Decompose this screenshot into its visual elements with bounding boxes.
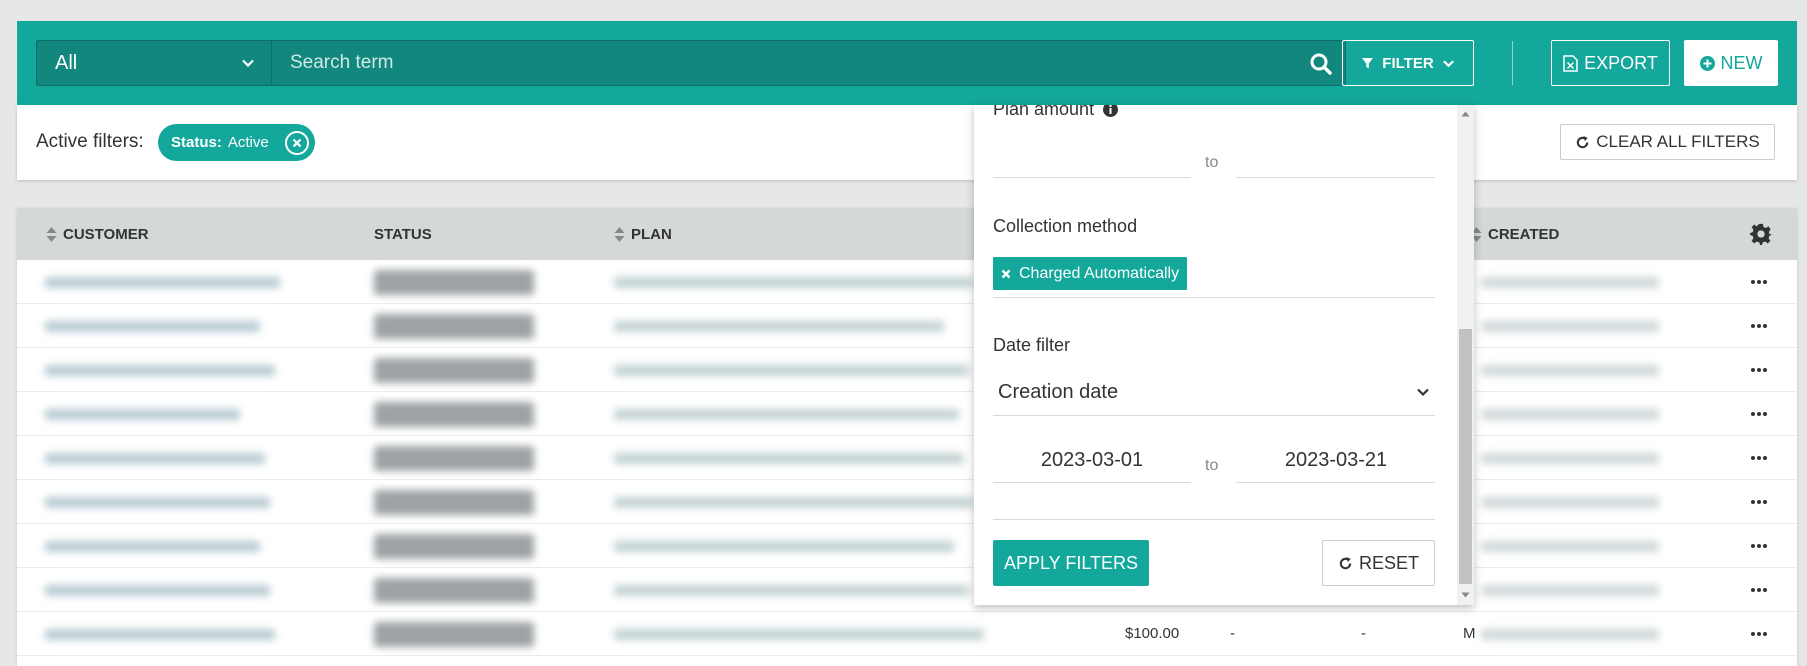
- info-icon[interactable]: [1103, 105, 1119, 117]
- subscriptions-table: CUSTOMER STATUS PLAN CREATED $100.00 - -…: [17, 208, 1797, 666]
- collection-method-underline: [993, 297, 1435, 298]
- row-actions-icon[interactable]: [1750, 537, 1768, 555]
- chevron-down-icon: [1417, 388, 1429, 397]
- table-row[interactable]: [17, 304, 1797, 348]
- row-actions-icon[interactable]: [1750, 317, 1768, 335]
- table-row[interactable]: [17, 524, 1797, 568]
- row-actions-icon[interactable]: [1750, 273, 1768, 291]
- panel-scrollbar-thumb[interactable]: [1459, 329, 1472, 584]
- export-button[interactable]: EXPORT: [1551, 40, 1670, 86]
- range-to-label: to: [1205, 154, 1219, 171]
- column-label: STATUS: [374, 226, 432, 243]
- scroll-up-arrow-icon[interactable]: [1461, 111, 1470, 117]
- table-row[interactable]: [17, 348, 1797, 392]
- table-row[interactable]: [17, 568, 1797, 612]
- search-icon[interactable]: [1309, 52, 1333, 76]
- chevron-down-icon: [242, 59, 254, 68]
- filter-panel: Plan amount to Collection method Charged…: [974, 105, 1474, 605]
- chevron-down-icon: [1442, 59, 1454, 67]
- reset-button[interactable]: RESET: [1322, 540, 1435, 586]
- column-label: CREATED: [1488, 226, 1560, 243]
- gear-icon[interactable]: [1750, 223, 1772, 245]
- plan-amount-label-text: Plan amount: [993, 105, 1095, 119]
- apply-filters-button[interactable]: APPLY FILTERS: [993, 540, 1149, 586]
- close-icon[interactable]: [1001, 269, 1011, 279]
- active-filters-label: Active filters:: [36, 131, 144, 152]
- excel-file-icon: [1563, 54, 1578, 72]
- date-to-underline: [1236, 482, 1435, 483]
- table-row[interactable]: $100.00 - - M: [17, 612, 1797, 656]
- date-filter-label: Date filter: [993, 335, 1071, 355]
- collection-method-label: Collection method: [993, 216, 1138, 236]
- search-box: [271, 40, 1346, 86]
- collection-method-tag: Charged Automatically: [993, 257, 1188, 290]
- date-filter-select[interactable]: Creation date: [993, 370, 1435, 414]
- row-actions-icon[interactable]: [1750, 405, 1768, 423]
- table-row[interactable]: [17, 392, 1797, 436]
- date-from-input[interactable]: 2023-03-01: [993, 438, 1191, 482]
- row-actions-icon[interactable]: [1750, 361, 1768, 379]
- toolbar-divider: [1512, 41, 1513, 85]
- collection-method-tag-label: Charged Automatically: [1019, 264, 1180, 282]
- export-button-label: EXPORT: [1584, 52, 1658, 73]
- filter-button-label: FILTER: [1382, 54, 1434, 72]
- date-filter-underline: [993, 415, 1435, 416]
- column-header-status: STATUS: [374, 226, 432, 243]
- plan-amount-max-input[interactable]: [1236, 177, 1435, 178]
- row-actions-icon[interactable]: [1750, 449, 1768, 467]
- plus-circle-icon: [1699, 55, 1715, 71]
- filter-button[interactable]: FILTER: [1342, 40, 1474, 86]
- row-cell-dash: -: [1230, 625, 1235, 642]
- remove-filter-button[interactable]: [284, 130, 309, 155]
- clear-all-filters-button[interactable]: CLEAR ALL FILTERS: [1560, 124, 1775, 160]
- scope-select[interactable]: All: [36, 40, 274, 86]
- table-row[interactable]: [17, 260, 1797, 304]
- refresh-icon: [1577, 135, 1589, 148]
- sort-icon: [46, 227, 57, 242]
- refresh-icon: [1339, 556, 1352, 569]
- row-actions-icon[interactable]: [1750, 625, 1768, 643]
- column-label: PLAN: [631, 226, 672, 243]
- sort-icon: [614, 227, 625, 242]
- plan-amount-min-input[interactable]: [993, 177, 1191, 178]
- column-header-plan[interactable]: PLAN: [614, 226, 672, 243]
- row-amount: $100.00: [1125, 625, 1180, 642]
- table-row[interactable]: [17, 480, 1797, 524]
- filter-chip-value: Active: [227, 134, 269, 151]
- plan-amount-label: Plan amount: [993, 105, 1119, 120]
- search-input[interactable]: [272, 41, 1345, 85]
- date-from-underline: [993, 482, 1191, 483]
- panel-divider: [993, 519, 1435, 520]
- column-header-customer[interactable]: CUSTOMER: [46, 226, 149, 243]
- funnel-icon: [1362, 57, 1374, 68]
- table-header: CUSTOMER STATUS PLAN CREATED: [17, 208, 1797, 260]
- close-icon: [292, 138, 301, 147]
- date-filter-selected: Creation date: [998, 380, 1119, 403]
- range-to-label: to: [1205, 457, 1219, 474]
- column-header-created[interactable]: CREATED: [1471, 226, 1559, 243]
- scope-select-value: All: [55, 51, 78, 74]
- active-filters-bar: Active filters: Status: Active CLEAR ALL…: [17, 105, 1797, 180]
- reset-button-label: RESET: [1358, 552, 1419, 573]
- filter-chip-key: Status:: [171, 134, 222, 151]
- row-actions-icon[interactable]: [1750, 581, 1768, 599]
- new-button[interactable]: NEW: [1684, 40, 1778, 86]
- row-actions-icon[interactable]: [1750, 493, 1768, 511]
- row-cell-dash: -: [1361, 625, 1366, 642]
- column-label: CUSTOMER: [63, 226, 149, 243]
- row-created-partial: M: [1463, 625, 1476, 642]
- new-button-label: NEW: [1720, 52, 1763, 73]
- table-row[interactable]: [17, 436, 1797, 480]
- top-toolbar: All FILTER EXPORT NEW: [17, 21, 1797, 105]
- scroll-down-arrow-icon[interactable]: [1461, 592, 1470, 598]
- clear-all-filters-label: CLEAR ALL FILTERS: [1596, 132, 1760, 151]
- filter-chip-status: Status: Active: [158, 124, 315, 161]
- date-to-input[interactable]: 2023-03-21: [1237, 438, 1435, 482]
